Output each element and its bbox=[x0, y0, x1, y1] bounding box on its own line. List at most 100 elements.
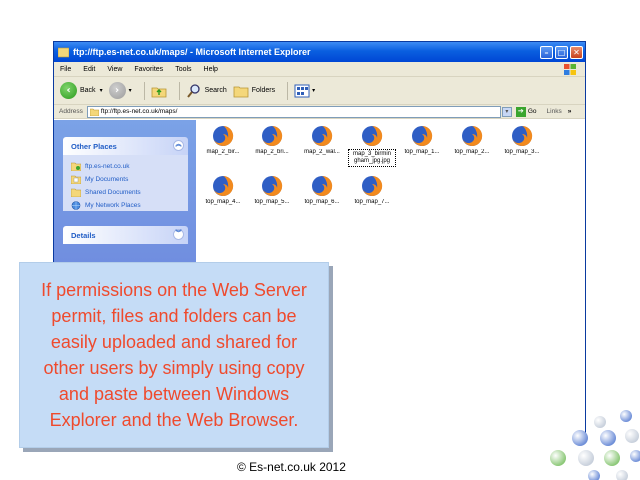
place-label: ftp.es-net.co.uk bbox=[85, 163, 130, 170]
window-title: ftp://ftp.es-net.co.uk/maps/ - Microsoft… bbox=[73, 47, 311, 57]
file-name-line: gham_jpg.jpg bbox=[353, 158, 391, 164]
copyright-footer: © Es-net.co.uk 2012 bbox=[237, 460, 346, 474]
folder-icon bbox=[89, 108, 99, 116]
other-places-header[interactable]: Other Places ︽ bbox=[63, 137, 188, 155]
title-bar[interactable]: ftp://ftp.es-net.co.uk/maps/ - Microsoft… bbox=[54, 42, 585, 62]
file-item[interactable]: top_map_7... bbox=[348, 175, 396, 205]
file-item[interactable]: map_2_bir... bbox=[199, 125, 247, 155]
up-folder-icon bbox=[151, 87, 166, 97]
menu-file[interactable]: File bbox=[60, 66, 71, 73]
back-dropdown-icon[interactable]: ▾ bbox=[100, 87, 103, 94]
place-label: My Network Places bbox=[85, 202, 141, 209]
place-my-network-places[interactable]: My Network Places bbox=[71, 199, 188, 212]
firefox-file-icon bbox=[213, 175, 234, 196]
search-button[interactable]: Search bbox=[186, 83, 227, 99]
file-item[interactable]: top_map_6... bbox=[298, 175, 346, 205]
file-item[interactable]: top_map_4... bbox=[199, 175, 247, 205]
file-name: top_map_1... bbox=[404, 149, 440, 155]
my-documents-icon bbox=[71, 175, 81, 184]
file-name-line: map_3_birmin bbox=[352, 151, 392, 157]
firefox-file-icon bbox=[213, 125, 234, 146]
firefox-file-icon bbox=[362, 125, 383, 146]
shared-documents-icon bbox=[71, 188, 81, 197]
address-bar: Address ftp://ftp.es-net.co.uk/maps/ ▾ ➔… bbox=[54, 105, 585, 119]
place-my-documents[interactable]: My Documents bbox=[71, 173, 188, 186]
menu-tools[interactable]: Tools bbox=[175, 66, 191, 73]
back-arrow-icon: ‹ bbox=[60, 82, 77, 99]
address-value: ftp://ftp.es-net.co.uk/maps/ bbox=[100, 108, 178, 115]
views-button[interactable]: ▾ bbox=[294, 84, 315, 98]
other-places-title: Other Places bbox=[71, 141, 117, 151]
firefox-file-icon bbox=[262, 125, 283, 146]
search-label: Search bbox=[204, 87, 227, 94]
file-name: map_2_wal... bbox=[304, 149, 340, 155]
file-name: top_map_6... bbox=[304, 199, 340, 205]
back-button[interactable]: ‹ Back ▾ bbox=[60, 82, 103, 99]
file-item[interactable]: top_map_2... bbox=[448, 125, 496, 155]
file-item[interactable]: top_map_3... bbox=[498, 125, 546, 155]
firefox-file-icon bbox=[462, 125, 483, 146]
ftp-folder-icon bbox=[71, 162, 81, 171]
address-label: Address bbox=[59, 108, 83, 115]
go-arrow-icon: ➔ bbox=[515, 106, 526, 117]
place-shared-documents[interactable]: Shared Documents bbox=[71, 186, 188, 199]
maximize-button[interactable]: □ bbox=[555, 45, 568, 59]
views-icon bbox=[294, 84, 310, 97]
firefox-file-icon bbox=[312, 125, 333, 146]
firefox-file-icon bbox=[412, 125, 433, 146]
expand-icon[interactable]: ︾ bbox=[173, 229, 184, 240]
caption-text: If permissions on the Web Server permit,… bbox=[41, 280, 307, 430]
go-label: Go bbox=[527, 108, 537, 115]
forward-arrow-icon: › bbox=[108, 82, 126, 99]
menu-help[interactable]: Help bbox=[204, 66, 218, 73]
file-name: top_map_4... bbox=[205, 199, 241, 205]
network-places-icon bbox=[71, 201, 81, 210]
forward-button[interactable]: › ▾ bbox=[108, 82, 132, 99]
menu-bar: File Edit View Favorites Tools Help bbox=[54, 62, 585, 77]
up-folder-button[interactable] bbox=[151, 83, 167, 99]
toolbar-separator bbox=[178, 81, 180, 100]
toolbar-separator bbox=[143, 81, 145, 100]
file-name: top_map_3... bbox=[504, 149, 540, 155]
file-item[interactable]: top_map_1... bbox=[398, 125, 446, 155]
collapse-icon[interactable]: ︽ bbox=[173, 140, 184, 151]
search-icon bbox=[186, 83, 200, 98]
file-name: map_2_bir... bbox=[206, 149, 240, 155]
windows-logo-icon bbox=[564, 64, 576, 75]
file-name: top_map_2... bbox=[454, 149, 490, 155]
menu-favorites[interactable]: Favorites bbox=[134, 66, 163, 73]
toolbar: ‹ Back ▾ › ▾ Search Folders ▾ bbox=[54, 77, 585, 105]
chevron-right-icon[interactable]: » bbox=[568, 108, 572, 115]
forward-dropdown-icon[interactable]: ▾ bbox=[129, 87, 132, 94]
firefox-file-icon bbox=[362, 175, 383, 196]
back-label: Back bbox=[80, 87, 96, 94]
details-title: Details bbox=[71, 230, 96, 240]
ie-icon bbox=[58, 47, 69, 57]
file-item[interactable]: top_map_5... bbox=[248, 175, 296, 205]
firefox-file-icon bbox=[512, 125, 533, 146]
file-name: top_map_7... bbox=[354, 199, 390, 205]
minimize-button[interactable]: – bbox=[540, 45, 553, 59]
folders-icon bbox=[233, 86, 249, 97]
file-name: map_3_birmin gham_jpg.jpg bbox=[348, 149, 396, 167]
caption-box: If permissions on the Web Server permit,… bbox=[19, 262, 329, 448]
file-item-selected[interactable]: map_3_birmin gham_jpg.jpg bbox=[348, 125, 396, 167]
file-name: map_2_bri... bbox=[255, 149, 289, 155]
place-label: My Documents bbox=[85, 176, 129, 183]
folders-button[interactable]: Folders bbox=[233, 84, 275, 98]
go-button[interactable]: ➔ Go bbox=[515, 106, 537, 117]
place-ftp-site[interactable]: ftp.es-net.co.uk bbox=[71, 160, 188, 173]
details-header[interactable]: Details ︾ bbox=[63, 226, 188, 244]
toolbar-separator bbox=[287, 81, 289, 100]
firefox-file-icon bbox=[262, 175, 283, 196]
address-input[interactable]: ftp://ftp.es-net.co.uk/maps/ bbox=[86, 105, 501, 118]
file-item[interactable]: map_2_wal... bbox=[298, 125, 346, 155]
close-button[interactable]: ✕ bbox=[570, 45, 583, 59]
menu-view[interactable]: View bbox=[107, 66, 122, 73]
file-item[interactable]: map_2_bri... bbox=[248, 125, 296, 155]
address-dropdown-icon[interactable]: ▾ bbox=[501, 106, 512, 117]
views-dropdown-icon: ▾ bbox=[312, 88, 316, 94]
place-label: Shared Documents bbox=[85, 189, 141, 196]
menu-edit[interactable]: Edit bbox=[83, 66, 95, 73]
links-button[interactable]: Links bbox=[547, 108, 562, 115]
